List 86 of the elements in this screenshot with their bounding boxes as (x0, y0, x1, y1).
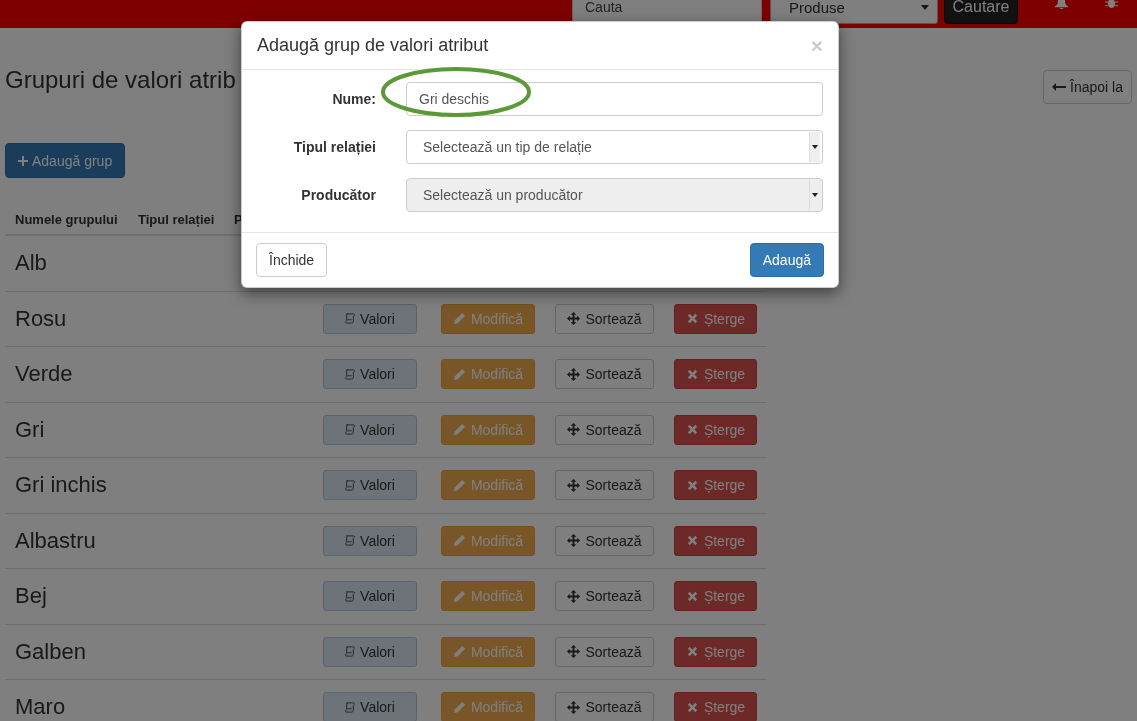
move-icon (567, 645, 581, 659)
values-button[interactable]: Valori (323, 581, 417, 612)
close-icon (685, 700, 699, 714)
search-button[interactable]: Cautare (944, 0, 1018, 24)
arrow-left-icon (1052, 83, 1067, 91)
move-icon (567, 478, 581, 492)
group-name: Albastru (15, 527, 96, 554)
field-label: Producător (300, 187, 376, 203)
sort-button[interactable]: Sortează (555, 359, 654, 390)
scroll-icon (345, 701, 356, 713)
column-header: Tipul relației (138, 212, 216, 227)
move-icon (567, 423, 581, 437)
sort-button[interactable]: Sortează (555, 581, 654, 612)
field-label: Tipul relației (292, 139, 376, 155)
sort-button[interactable]: Sortează (555, 470, 654, 501)
pencil-icon (452, 534, 466, 548)
values-button[interactable]: Valori (323, 692, 417, 721)
values-button[interactable]: Valori (323, 414, 417, 445)
group-name: Gri (15, 416, 45, 443)
close-icon (685, 534, 699, 548)
pencil-icon (452, 478, 466, 492)
pencil-icon (452, 700, 466, 714)
caret-icon (921, 4, 929, 10)
add-group-button[interactable]: Adaugă grup (5, 143, 126, 178)
scroll-icon (345, 479, 356, 491)
pencil-icon (452, 589, 466, 603)
pencil-icon (452, 645, 466, 659)
group-name: Galben (15, 638, 86, 665)
group-name: Verde (15, 361, 73, 388)
group-name: Bej (15, 583, 47, 610)
category-select[interactable]: Produse (770, 0, 938, 24)
delete-button[interactable]: Șterge (674, 581, 757, 612)
scroll-icon (345, 535, 356, 547)
sort-button[interactable]: Sortează (555, 692, 654, 721)
caret-icon (812, 193, 818, 197)
close-icon (685, 478, 699, 492)
delete-button[interactable]: Șterge (674, 692, 757, 721)
delete-button[interactable]: Șterge (674, 470, 757, 501)
name-field[interactable]: Gri deschis (406, 82, 823, 116)
submit-button[interactable]: Adaugă (749, 243, 824, 277)
scroll-icon (345, 424, 356, 436)
move-icon (567, 367, 581, 381)
scroll-icon (345, 313, 356, 325)
select-field[interactable]: Selectează un tip de relație (406, 130, 823, 164)
close-dialog-button[interactable]: Închide (256, 243, 328, 277)
values-button[interactable]: Valori (323, 636, 417, 667)
sort-button[interactable]: Sortează (555, 303, 654, 334)
sort-button[interactable]: Sortează (555, 525, 654, 556)
caret-icon (812, 145, 818, 149)
modal-title: Adaugă grup de valori atribut (257, 35, 489, 56)
group-name: Alb (15, 250, 47, 277)
close-icon (685, 367, 699, 381)
delete-button[interactable]: Șterge (674, 636, 757, 667)
field-label: Nume: (331, 91, 376, 107)
pencil-icon (452, 312, 466, 326)
values-button[interactable]: Valori (323, 525, 417, 556)
sort-button[interactable]: Sortează (555, 414, 654, 445)
delete-button[interactable]: Șterge (674, 359, 757, 390)
close-icon (685, 423, 699, 437)
close-icon (685, 645, 699, 659)
delete-button[interactable]: Șterge (674, 525, 757, 556)
group-name: Rosu (15, 305, 67, 332)
scroll-icon (345, 646, 356, 658)
page-title: Grupuri de valori atrib (5, 66, 236, 94)
scroll-icon (345, 368, 356, 380)
pencil-icon (452, 367, 466, 381)
values-button[interactable]: Valori (323, 359, 417, 390)
close-icon (685, 312, 699, 326)
close-icon (685, 589, 699, 603)
move-icon (567, 312, 581, 326)
scroll-icon (345, 590, 356, 602)
move-icon (567, 534, 581, 548)
move-icon (567, 700, 581, 714)
search-field[interactable]: Cauta (572, 0, 762, 24)
sort-button[interactable]: Sortează (555, 636, 654, 667)
values-button[interactable]: Valori (323, 303, 417, 334)
move-icon (567, 589, 581, 603)
values-button[interactable]: Valori (323, 470, 417, 501)
group-name: Gri inchis (15, 472, 107, 499)
plus-icon (18, 155, 28, 166)
delete-button[interactable]: Șterge (674, 414, 757, 445)
back-button[interactable]: Înapoi la (1043, 70, 1132, 104)
group-name: Maro (15, 694, 66, 721)
column-header: Numele grupului (15, 212, 119, 227)
delete-button[interactable]: Șterge (674, 303, 757, 334)
pencil-icon (452, 423, 466, 437)
